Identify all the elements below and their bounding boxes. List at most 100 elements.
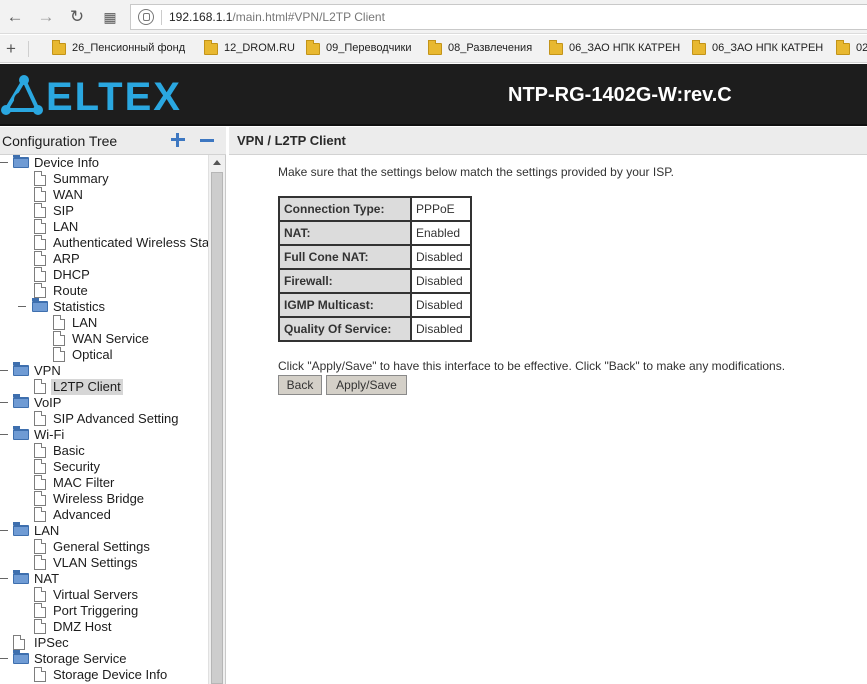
table-row: Quality Of Service: Disabled: [279, 317, 471, 341]
collapse-toggle-icon[interactable]: [0, 370, 8, 371]
tree-item-ipsec[interactable]: IPSec: [0, 635, 208, 651]
logo-text: ELTEX: [46, 75, 182, 118]
row-value: PPPoE: [411, 197, 471, 221]
tree-item-wireless-bridge[interactable]: Wireless Bridge: [0, 491, 208, 507]
bookmark-item[interactable]: 08_Развлечения: [428, 40, 533, 58]
sidebar-header: Configuration Tree: [0, 127, 226, 155]
main-header: VPN / L2TP Client: [229, 127, 867, 155]
bookmark-label: 02: [856, 42, 867, 54]
tree-item-arp[interactable]: ARP: [0, 251, 208, 267]
tree-item-dhcp[interactable]: DHCP: [0, 267, 208, 283]
tree-item-dmz-host[interactable]: DMZ Host: [0, 619, 208, 635]
tree-item-lan[interactable]: LAN: [0, 219, 208, 235]
scroll-up-icon[interactable]: [213, 160, 221, 165]
tree-item-stats-optical[interactable]: Optical: [0, 347, 208, 363]
settings-summary-table: Connection Type: PPPoE NAT: Enabled Full C…: [278, 196, 472, 342]
collapse-toggle-icon[interactable]: [0, 162, 8, 163]
tree-item-summary[interactable]: Summary: [0, 171, 208, 187]
tree-label-selected: L2TP Client: [51, 379, 123, 395]
tree-item-general-settings[interactable]: General Settings: [0, 539, 208, 555]
page-icon: [53, 347, 65, 362]
page-title: VPN / L2TP Client: [237, 133, 346, 148]
bookmark-item[interactable]: 06_ЗАО НПК КАТРЕН: [549, 40, 680, 58]
sidebar-scrollbar[interactable]: [208, 155, 225, 684]
tree-item-sip[interactable]: SIP: [0, 203, 208, 219]
bookmark-item[interactable]: 02: [836, 40, 867, 58]
tree-label: Basic: [53, 443, 85, 458]
page-icon: [34, 283, 46, 298]
folder-icon: [13, 155, 29, 168]
bookmark-item[interactable]: 12_DROM.RU: [204, 40, 295, 58]
tree-node-vpn[interactable]: VPN: [0, 362, 208, 379]
tree-item-stats-lan[interactable]: LAN: [0, 315, 208, 331]
tree-item-vlan-settings[interactable]: VLAN Settings: [0, 555, 208, 571]
tree-item-authenticated-wireless[interactable]: Authenticated Wireless Stations: [0, 235, 208, 251]
folder-icon: [692, 40, 706, 55]
expand-all-icon[interactable]: [169, 131, 187, 149]
tree-item-wifi-security[interactable]: Security: [0, 459, 208, 475]
tree-node-lan[interactable]: LAN: [0, 522, 208, 539]
collapse-toggle-icon[interactable]: [0, 530, 8, 531]
back-button[interactable]: Back: [278, 375, 322, 395]
reload-icon[interactable]: ↻: [67, 7, 87, 27]
folder-icon: [549, 40, 563, 55]
tree-node-nat[interactable]: NAT: [0, 570, 208, 587]
bookmark-item[interactable]: 09_Переводчики: [306, 40, 411, 58]
collapse-toggle-icon[interactable]: [0, 658, 8, 659]
tree-item-stats-wan-service[interactable]: WAN Service: [0, 331, 208, 347]
tree-node-voip[interactable]: VoIP: [0, 394, 208, 411]
bookmark-item[interactable]: 06_ЗАО НПК КАТРЕН: [692, 40, 823, 58]
tree-item-sip-advanced[interactable]: SIP Advanced Setting: [0, 411, 208, 427]
tree-item-l2tp-client[interactable]: L2TP Client: [0, 379, 208, 395]
collapse-toggle-icon[interactable]: [18, 306, 26, 307]
tree-label: VPN: [34, 363, 61, 378]
row-value: Enabled: [411, 221, 471, 245]
tree-node-wifi[interactable]: Wi-Fi: [0, 426, 208, 443]
url-text[interactable]: 192.168.1.1/main.html#VPN/L2TP Client: [169, 10, 385, 24]
table-row: IGMP Multicast: Disabled: [279, 293, 471, 317]
tree-item-port-triggering[interactable]: Port Triggering: [0, 603, 208, 619]
tree-label: Device Info: [34, 155, 100, 170]
eltex-logo-mark: ELTEX: [1, 75, 182, 118]
address-bar[interactable]: 192.168.1.1/main.html#VPN/L2TP Client: [130, 4, 867, 30]
tree-item-wifi-advanced[interactable]: Advanced: [0, 507, 208, 523]
bookmark-label: 08_Развлечения: [448, 42, 533, 54]
back-arrow-icon[interactable]: ←: [5, 7, 25, 27]
tree-node-storage-service[interactable]: Storage Service: [0, 650, 208, 667]
tree-item-wifi-basic[interactable]: Basic: [0, 443, 208, 459]
page-icon: [34, 267, 46, 282]
table-row: Connection Type: PPPoE: [279, 197, 471, 221]
tree-label: SIP: [53, 203, 74, 218]
collapse-toggle-icon[interactable]: [0, 402, 8, 403]
apply-save-button[interactable]: Apply/Save: [326, 375, 407, 395]
tree-item-wan[interactable]: WAN: [0, 187, 208, 203]
url-host: 192.168.1.1: [169, 10, 233, 24]
tree-item-virtual-servers[interactable]: Virtual Servers: [0, 587, 208, 603]
device-model: NTP-RG-1402G-W:rev.C: [508, 84, 732, 106]
collapse-all-icon[interactable]: [198, 131, 216, 149]
site-info-icon[interactable]: [138, 9, 154, 25]
page-icon: [34, 491, 46, 506]
tree-node-device-info[interactable]: Device Info: [0, 155, 208, 171]
tree-item-mac-filter[interactable]: MAC Filter: [0, 475, 208, 491]
bookmark-item[interactable]: 26_Пенсионный фонд: [52, 40, 185, 58]
add-bookmark-icon[interactable]: +: [6, 39, 16, 59]
scrollbar-thumb[interactable]: [211, 172, 223, 684]
tree-label: Storage Device Info: [53, 667, 168, 682]
folder-icon: [428, 40, 442, 55]
page-icon: [34, 587, 46, 602]
apps-grid-icon[interactable]: ▦: [100, 7, 120, 27]
tree-label: Virtual Servers: [53, 587, 139, 602]
page-icon: [34, 379, 46, 394]
tree-item-storage-device-info[interactable]: Storage Device Info: [0, 667, 208, 683]
page-icon: [34, 539, 46, 554]
tree-label: Statistics: [53, 299, 106, 314]
collapse-toggle-icon[interactable]: [0, 434, 8, 435]
tree-node-statistics[interactable]: Statistics: [0, 298, 208, 315]
tree-item-route[interactable]: Route: [0, 283, 208, 299]
page-icon: [34, 555, 46, 570]
collapse-toggle-icon[interactable]: [0, 578, 8, 579]
page-icon: [34, 203, 46, 218]
forward-arrow-icon[interactable]: →: [36, 7, 56, 27]
tree-label: WAN Service: [72, 331, 149, 346]
